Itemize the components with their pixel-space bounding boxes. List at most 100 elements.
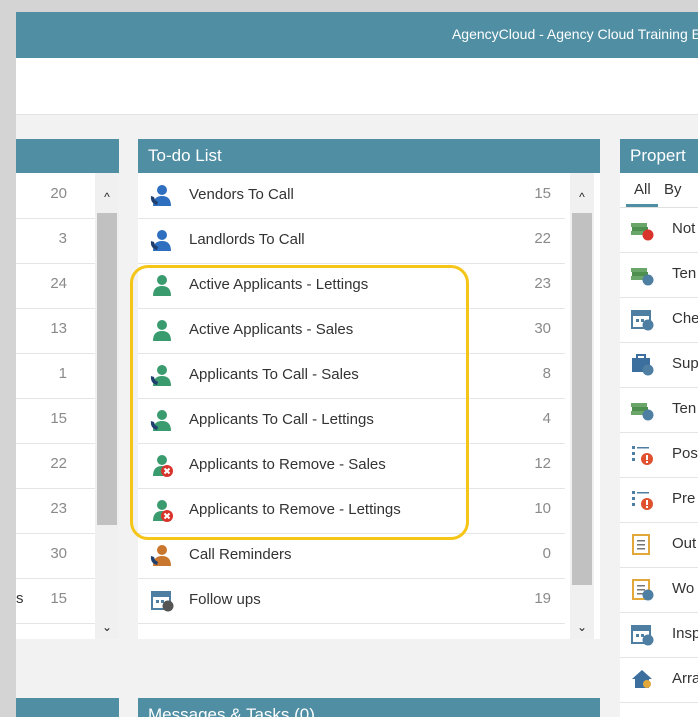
calendar-clock-icon <box>630 622 654 646</box>
item-count: 15 <box>50 410 67 427</box>
property-item-label: Pos <box>672 445 698 462</box>
properties-panel-header: Propert <box>620 139 698 173</box>
list-alert-icon <box>630 487 654 511</box>
person-phone-icon <box>150 183 174 207</box>
title-bar: AgencyCloud - Agency Cloud Training E <box>16 12 698 58</box>
item-count: 3 <box>58 230 67 247</box>
property-item[interactable]: Out <box>620 522 698 568</box>
money-clock-icon <box>630 262 654 286</box>
left-scrollbar[interactable]: ^ ⌄ <box>95 173 119 639</box>
todo-item-label: Call Reminders <box>189 546 292 563</box>
todo-item-count: 15 <box>534 185 551 202</box>
todo-item-count: 8 <box>542 365 551 382</box>
person-remove-icon <box>150 498 174 522</box>
todo-title: To-do List <box>148 146 222 165</box>
person-phone-icon <box>150 408 174 432</box>
clipboard-clock-icon <box>630 577 654 601</box>
property-item-label: Not <box>672 220 696 237</box>
todo-item-label: Applicants to Remove - Lettings <box>189 501 401 518</box>
todo-item-label: Applicants To Call - Sales <box>189 366 359 383</box>
property-item[interactable]: Ten <box>620 252 698 298</box>
list-alert-icon <box>630 442 654 466</box>
properties-tabs: All By <box>620 173 698 208</box>
todo-item[interactable]: Active Applicants - Sales 30 <box>138 308 565 354</box>
property-item[interactable]: Insp <box>620 612 698 658</box>
house-key-icon <box>630 667 654 691</box>
property-item[interactable]: Pre <box>620 477 698 523</box>
property-item-label: Arra <box>672 670 698 687</box>
money-refresh-icon <box>630 397 654 421</box>
todo-item-label: Applicants To Call - Lettings <box>189 411 374 428</box>
scroll-up-icon[interactable]: ^ <box>95 187 119 207</box>
todo-item-count: 12 <box>534 455 551 472</box>
todo-item-count: 10 <box>534 500 551 517</box>
left-bottom-header <box>16 698 119 717</box>
scroll-down-icon[interactable]: ⌄ <box>95 617 119 637</box>
todo-item[interactable]: Active Applicants - Lettings 23 <box>138 263 565 309</box>
person-phone-icon <box>150 228 174 252</box>
properties-title: Propert <box>630 146 686 165</box>
calendar-arrow-icon <box>630 307 654 331</box>
item-count: 22 <box>50 455 67 472</box>
todo-item-label: Vendors To Call <box>189 186 294 203</box>
item-count: 24 <box>50 275 67 292</box>
item-count: 20 <box>50 185 67 202</box>
item-count: 13 <box>50 320 67 337</box>
calendar-question-icon <box>150 588 174 612</box>
todo-item-label: Active Applicants - Sales <box>189 321 354 338</box>
todo-item[interactable]: Applicants To Call - Lettings 4 <box>138 398 565 444</box>
todo-scrollbar[interactable]: ^ ⌄ <box>570 173 594 639</box>
property-item-label: Che <box>672 310 698 327</box>
left-panel: 20 3 24 13 1 15 22 23 30 s 15 ^ ⌄ <box>16 139 119 639</box>
todo-item-count: 23 <box>534 275 551 292</box>
person-icon <box>150 318 174 342</box>
properties-panel: Propert All By Not Ten Che Sup Ten Pos Pre Out W… <box>620 139 698 717</box>
toolbar <box>16 58 698 115</box>
property-item-label: Insp <box>672 625 698 642</box>
todo-item-label: Applicants to Remove - Sales <box>189 456 386 473</box>
person-phone-icon <box>150 363 174 387</box>
property-item[interactable]: Arra <box>620 657 698 703</box>
property-item[interactable]: Sup <box>620 342 698 388</box>
todo-item-count: 22 <box>534 230 551 247</box>
todo-panel-header: To-do List <box>138 139 600 173</box>
property-item[interactable]: Che <box>620 297 698 343</box>
property-item-label: Wo <box>672 580 695 597</box>
scroll-thumb[interactable] <box>97 213 117 525</box>
property-item-label: Out <box>672 535 697 552</box>
item-count: 15 <box>50 590 67 607</box>
todo-item[interactable]: Call Reminders 0 <box>138 533 565 579</box>
todo-item[interactable]: Applicants to Remove - Sales 12 <box>138 443 565 489</box>
item-count: 23 <box>50 500 67 517</box>
todo-panel: To-do List Vendors To Call 15 Landlords To… <box>138 139 600 639</box>
item-count: 30 <box>50 545 67 562</box>
toolbox-clock-icon <box>630 352 654 376</box>
property-item-label: Ten <box>672 400 697 417</box>
property-item[interactable]: Not <box>620 207 698 253</box>
tab-by[interactable]: By <box>664 181 682 198</box>
todo-item[interactable]: Applicants to Remove - Lettings 10 <box>138 488 565 534</box>
tab-all[interactable]: All <box>634 181 651 198</box>
messages-panel: Messages & Tasks (0) <box>138 698 600 717</box>
scroll-down-icon[interactable]: ⌄ <box>570 617 594 637</box>
property-item-label: Sup <box>672 355 698 372</box>
todo-item[interactable]: Applicants To Call - Sales 8 <box>138 353 565 399</box>
property-item[interactable]: Pos <box>620 432 698 478</box>
property-item[interactable]: Ten <box>620 387 698 433</box>
todo-item-count: 19 <box>534 590 551 607</box>
todo-item[interactable]: Follow ups 19 <box>138 578 565 624</box>
scroll-thumb[interactable] <box>572 213 592 585</box>
app-window: AgencyCloud - Agency Cloud Training E 20… <box>16 12 698 717</box>
person-remove-icon <box>150 453 174 477</box>
todo-item[interactable]: Vendors To Call 15 <box>138 173 565 219</box>
todo-item-label: Active Applicants - Lettings <box>189 276 369 293</box>
todo-item-label: Landlords To Call <box>189 231 305 248</box>
todo-item-count: 4 <box>542 410 551 427</box>
person-icon <box>150 273 174 297</box>
todo-item-label: Follow ups <box>189 591 261 608</box>
todo-item[interactable]: Landlords To Call 22 <box>138 218 565 264</box>
scroll-up-icon[interactable]: ^ <box>570 187 594 207</box>
messages-title: Messages & Tasks (0) <box>148 705 315 717</box>
property-item[interactable]: Wo <box>620 567 698 613</box>
window-title: AgencyCloud - Agency Cloud Training E <box>451 26 698 42</box>
